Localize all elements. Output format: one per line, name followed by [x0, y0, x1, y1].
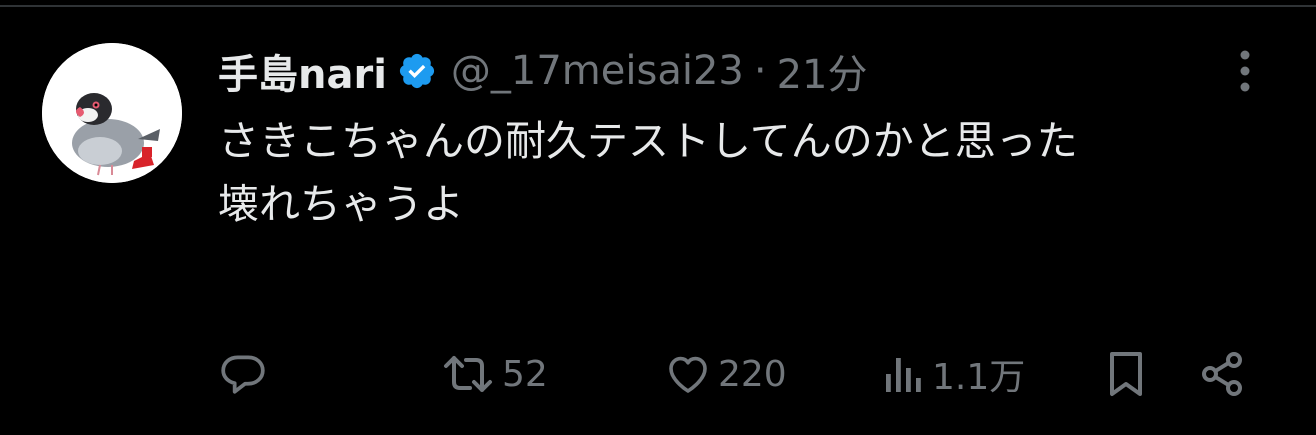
views-count: 1.1万	[932, 357, 1026, 398]
retweet-button[interactable]: 52	[440, 345, 548, 403]
bookmark-icon	[1110, 352, 1142, 396]
reply-icon	[221, 355, 265, 394]
like-count: 220	[718, 353, 787, 395]
tweet-text: さきこちゃんの耐久テストしてんのかと思った 壊れちゃうよ	[218, 117, 1078, 228]
tweet-header: 手島nari @_17meisai23 · 21分	[218, 41, 867, 101]
share-icon	[1202, 352, 1242, 396]
heart-icon	[669, 356, 707, 393]
timestamp[interactable]: 21分	[777, 42, 868, 100]
java-sparrow-avatar-icon	[42, 43, 182, 183]
tweet-actions-bar: 52 220 1.1万	[218, 345, 1268, 403]
display-name[interactable]: 手島nari	[218, 42, 387, 100]
user-handle[interactable]: @_17meisai23	[451, 48, 744, 94]
views-icon	[886, 358, 921, 392]
views-button[interactable]: 1.1万	[882, 345, 1025, 403]
reply-button[interactable]	[218, 345, 274, 403]
tweet-screen: 手島nari @_17meisai23 · 21分 さきこちゃんの耐久テストして…	[0, 0, 1316, 435]
more-vertical-icon	[1240, 50, 1250, 92]
more-options-button[interactable]	[1228, 48, 1262, 94]
divider	[0, 5, 1316, 7]
avatar[interactable]	[42, 43, 182, 183]
like-button[interactable]: 220	[664, 345, 787, 403]
share-button[interactable]	[1198, 345, 1246, 403]
retweet-icon	[444, 356, 492, 392]
bookmark-button[interactable]	[1106, 345, 1146, 403]
verified-badge-icon	[397, 51, 437, 91]
retweet-count: 52	[502, 353, 548, 395]
separator-dot: ·	[753, 48, 767, 94]
